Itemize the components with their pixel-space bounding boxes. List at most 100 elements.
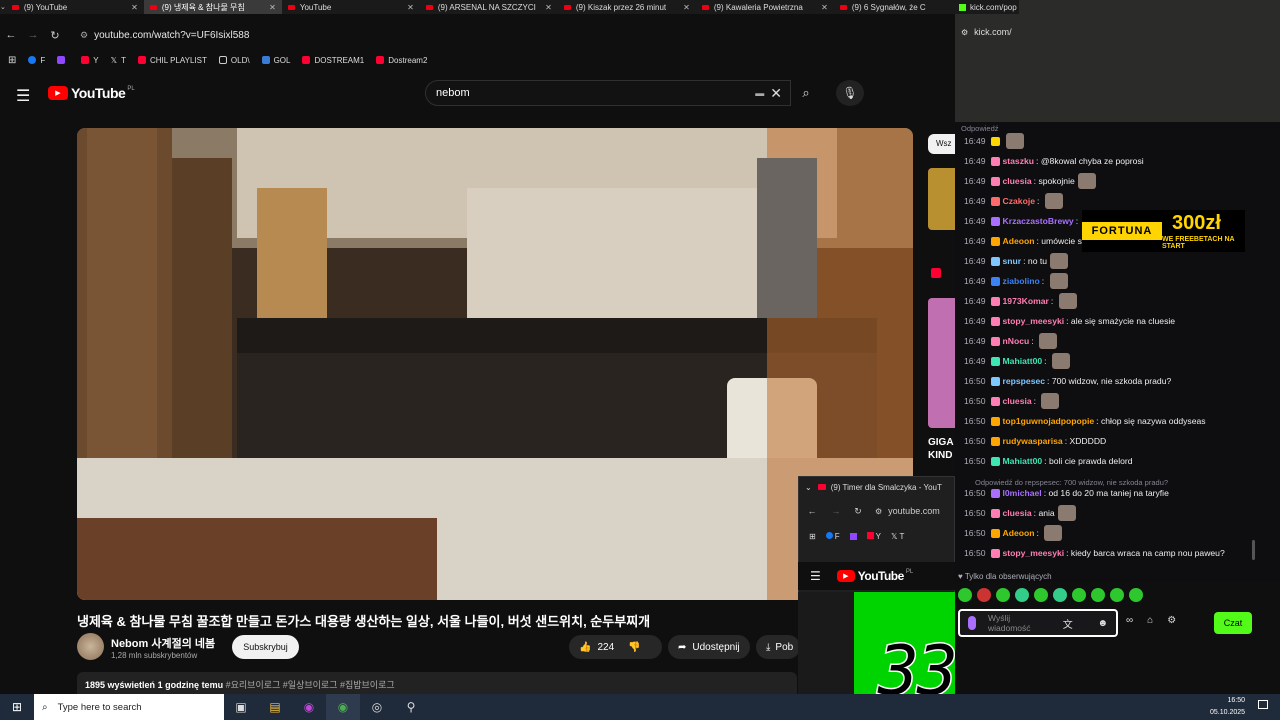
channel-name[interactable]: Nebom 사계절의 네봄 [111,635,215,651]
close-tab-icon[interactable]: ✕ [545,3,552,12]
chat-username[interactable]: Adeoon [1003,236,1035,246]
microphone-icon[interactable]: 🎙 [836,80,864,106]
close-tab-icon[interactable]: ✕ [131,3,138,12]
reload-icon[interactable]: ↻ [847,506,869,517]
site-info-icon[interactable]: ⚙ [875,507,882,516]
url-field[interactable]: ⚙ youtube.com/watch?v=UF6Isixl588 [80,30,249,41]
recommended-thumbnail[interactable] [928,168,955,230]
chat-message[interactable]: 16:49 Mahiatt00: [964,353,1070,369]
emote-icon[interactable] [977,588,991,602]
bookmark-chil-playlist[interactable]: CHIL PLAYLIST [137,56,207,65]
emote-icon[interactable] [1110,588,1124,602]
chat-input[interactable]: Wyślij wiadomość 文 ☻ [958,609,1118,637]
app-icon[interactable]: ◉ [292,694,326,720]
search-icon[interactable]: ⌕ [791,80,821,106]
rewards-icon[interactable]: ∞ [1126,615,1133,626]
chat-message[interactable]: 16:49 staszku: @8kowal chyba ze poprosi [964,154,1144,168]
chat-message[interactable]: 16:49 Adeoon: umówcie sie n [964,234,1096,248]
recommended-thumbnail[interactable] [928,298,955,428]
windows-start-icon[interactable]: ⊞ [0,694,34,720]
subscribe-button[interactable]: Subskrybuj [232,635,299,659]
notification-icon[interactable] [1258,700,1268,709]
close-tab-icon[interactable]: ✕ [683,3,690,12]
apps-grid-icon[interactable]: ⊞ [8,55,16,66]
close-tab-icon[interactable]: ✕ [821,3,828,12]
site-info-icon[interactable]: ⚙ [80,30,88,41]
chat-username[interactable]: KrzaczastoBrewy [1003,216,1074,226]
chat-message[interactable]: 16:49 ziabolino: [964,273,1068,289]
chat-username[interactable]: staszku [1003,156,1035,166]
browser-tab[interactable]: YouTube ✕ [282,0,420,14]
chat-username[interactable]: Mahiatt00 [1003,456,1043,466]
chrome-icon[interactable]: ◉ [326,694,360,720]
chat-username[interactable]: stopy_meesyki [1003,316,1065,326]
chat-message[interactable]: 16:49 stopy_meesyki: ale się smażycie na … [964,314,1175,328]
kick-stream-video[interactable]: kick.com/pop ⚙ kick.com/ [955,0,1280,122]
file-explorer-icon[interactable]: ▤ [258,694,292,720]
chat-username[interactable]: nNocu [1003,336,1030,346]
chat-message[interactable]: 16:49 nNocu: [964,333,1058,349]
emote-icon[interactable] [1072,588,1086,602]
kick-tab[interactable]: kick.com/pop [955,0,1019,14]
emote-icon[interactable] [1015,588,1029,602]
chat-username[interactable]: top1guwnojadpopopie [1003,416,1095,426]
bookmark-gol[interactable]: GOL [261,56,290,65]
microphone-icon[interactable] [968,616,976,630]
chevron-down-icon[interactable]: ⌄ [805,483,812,492]
youtube-logo[interactable]: ▶ YouTube PL [48,85,135,101]
timer-video[interactable]: 33:08 [798,592,955,707]
browser-tab[interactable]: (9) ARSENAL NA SZCZYCI ✕ [420,0,558,14]
chat-message[interactable]: 16:49 [964,133,1024,149]
bookmark-old[interactable]: OLD\ [218,56,250,65]
bookmark-twitch[interactable] [57,56,69,64]
browser-tab[interactable]: (9) Kiszak przez 26 minut ✕ [558,0,696,14]
chat-message[interactable]: 16:50 cluesia: ania [964,505,1076,521]
back-icon[interactable]: ← [799,506,825,516]
emote-icon[interactable] [996,588,1010,602]
hashtags[interactable]: #요리브이로그 #일상브이로그 #집밥브이로그 [226,680,395,690]
chat-username[interactable]: 1973Komar [1003,296,1049,306]
emote-icon[interactable] [1053,588,1067,602]
reload-icon[interactable]: ↻ [44,29,66,42]
filter-chip-all[interactable]: Wsz [928,134,956,154]
bookmark-f[interactable]: F [28,56,45,65]
twitch-icon[interactable] [849,532,857,540]
forward-icon[interactable]: → [22,29,44,41]
video-player[interactable] [77,128,913,600]
app-icon[interactable]: ◎ [360,694,394,720]
chat-message[interactable]: 16:50 top1guwnojadpopopie: chłop się nazy… [964,414,1206,428]
chat-message[interactable]: 16:49 Czakoje: [964,193,1063,209]
browser-tab[interactable]: (9) 냉제육 & 참나물 무침 ✕ [143,0,282,14]
chat-message[interactable]: 16:49 KrzaczastoBrewy: [964,213,1102,229]
chat-username[interactable]: cluesia [1003,176,1032,186]
browser-tab[interactable]: (9) Kawaleria Powietrzna ✕ [696,0,834,14]
recommended-title[interactable]: GIGA KIND [928,436,954,462]
chat-username[interactable]: stopy_meesyki [1003,548,1065,558]
bookmark-t[interactable]: 𝕏T [111,56,126,65]
back-icon[interactable]: ← [0,29,22,41]
apps-grid-icon[interactable]: ⊞ [809,532,816,541]
close-tab-icon[interactable]: ✕ [269,3,276,12]
gear-icon[interactable]: ⚙ [1167,615,1176,626]
popup-url[interactable]: youtube.com [888,506,940,516]
menu-icon[interactable]: ☰ [16,86,30,106]
chat-username[interactable]: cluesia [1003,396,1032,406]
bookmark-dostream1[interactable]: DOSTREAM1 [302,56,364,65]
send-chat-button[interactable]: Czat [1214,612,1252,634]
chat-username[interactable]: snur [1003,256,1022,266]
browser-tab[interactable]: (9) 6 Sygnałów, że C✕ [834,0,972,14]
chat-message[interactable]: 16:49 cluesia: spokojnie [964,173,1096,189]
chat-message[interactable]: 16:50 Mahiatt00: boli cie prawda delord [964,454,1133,468]
chat-message[interactable]: 16:50 cluesia: [964,393,1060,409]
maps-pin-icon[interactable]: ⚲ [394,694,428,720]
video-description-box[interactable]: 1895 wyświetleń 1 godzinę temu #요리브이로그 #… [77,672,797,694]
share-button[interactable]: ➦ Udostępnij [668,635,750,659]
chat-username[interactable]: repspesec [1003,376,1046,386]
chat-message[interactable]: 16:50 Adeoon: [964,525,1063,541]
bookmark-t[interactable]: 𝕏 T [891,532,904,541]
chat-username[interactable]: l0michael [1003,488,1042,498]
bookmark-dostream2[interactable]: Dostream2 [376,56,427,65]
emote-icon[interactable] [1034,588,1048,602]
download-button[interactable]: ⤓ Pob [756,635,800,659]
emoji-icon[interactable]: ☻ [1097,618,1108,629]
